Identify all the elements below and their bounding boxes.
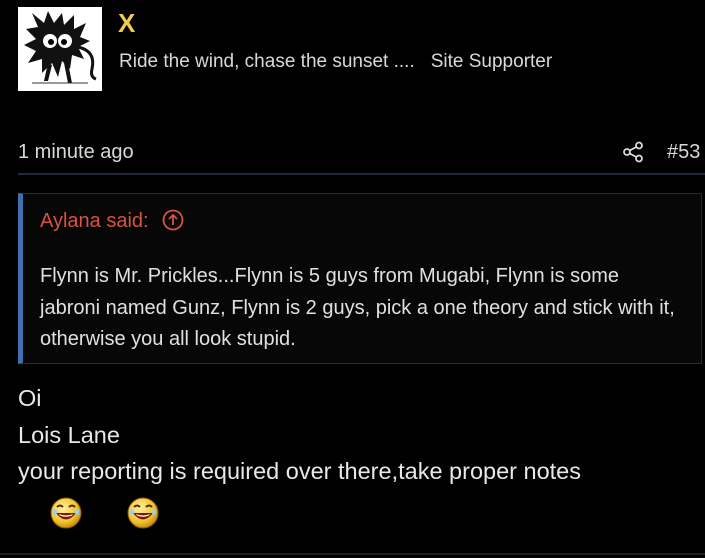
laughing-emoji-icon bbox=[50, 497, 82, 529]
user-meta: Ride the wind, chase the sunset .... Site… bbox=[119, 50, 552, 74]
quote-author-link[interactable]: Aylana said: bbox=[40, 208, 184, 234]
message-line: Lois Lane bbox=[18, 421, 120, 448]
user-tagline: Ride the wind, chase the sunset .... bbox=[119, 51, 415, 72]
post-divider bbox=[18, 173, 705, 175]
post-page: X Ride the wind, chase the sunset .... Si… bbox=[0, 0, 705, 558]
quote-block: Aylana said: Flynn is Mr. Prickles...Fly… bbox=[18, 193, 702, 364]
arrow-up-circle-icon[interactable] bbox=[162, 209, 184, 231]
black-cat-avatar-icon bbox=[18, 7, 102, 91]
quote-author: Aylana said: bbox=[40, 210, 149, 232]
post-timestamp[interactable]: 1 minute ago bbox=[18, 139, 134, 165]
message-line: Oi bbox=[18, 385, 42, 411]
laughing-emoji-icon bbox=[127, 497, 159, 529]
message-line: your reporting is required over there,ta… bbox=[18, 458, 582, 484]
username[interactable]: X bbox=[118, 8, 135, 38]
post-bottom-border bbox=[0, 553, 705, 555]
user-role: Site Supporter bbox=[430, 51, 553, 72]
post-message: Oi Lois Lane your reporting is required … bbox=[18, 380, 581, 490]
avatar[interactable] bbox=[18, 7, 102, 91]
share-icon[interactable] bbox=[622, 141, 644, 163]
post-number-link[interactable]: #53 bbox=[667, 139, 700, 165]
quote-text: Flynn is Mr. Prickles...Flynn is 5 guys … bbox=[40, 265, 675, 350]
